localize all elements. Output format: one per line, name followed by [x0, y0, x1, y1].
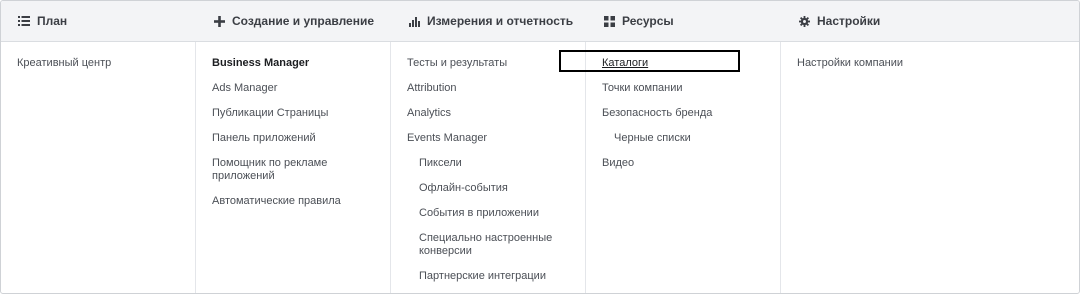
- menu-item-automated-rules[interactable]: Автоматические правила: [196, 195, 390, 208]
- bar-chart-icon: [408, 15, 420, 27]
- column-header-create: Создание и управление: [196, 1, 391, 41]
- menu-item-business-manager[interactable]: Business Manager: [196, 57, 390, 70]
- menu-item-offline-events[interactable]: Офлайн-события: [391, 182, 585, 195]
- gear-icon: [798, 15, 810, 27]
- menu-item-custom-conversions[interactable]: Специально настроенные конверсии: [391, 232, 585, 258]
- menu-header: План Создание и управление Измерения и о…: [1, 1, 1079, 42]
- menu-item-block-lists[interactable]: Черные списки: [586, 132, 780, 145]
- menu-item-partner-integrations[interactable]: Партнерские интеграции: [391, 270, 585, 283]
- menu-item-analytics[interactable]: Analytics: [391, 107, 585, 120]
- column-title: Измерения и отчетность: [427, 14, 574, 28]
- column-title: Ресурсы: [622, 14, 674, 28]
- column-create: Business Manager Ads Manager Публикации …: [196, 42, 391, 293]
- menu-item-page-posts[interactable]: Публикации Страницы: [196, 107, 390, 120]
- column-header-measure: Измерения и отчетность: [391, 1, 586, 41]
- business-tools-menu: План Создание и управление Измерения и о…: [0, 0, 1080, 294]
- menu-body: Креативный центр Business Manager Ads Ma…: [1, 42, 1079, 293]
- menu-item-app-ads-helper[interactable]: Помощник по рекламе приложений: [196, 157, 390, 183]
- plus-icon: [213, 15, 225, 27]
- column-plan: Креативный центр: [1, 42, 196, 293]
- column-title: Создание и управление: [232, 14, 375, 28]
- menu-item-creative-hub[interactable]: Креативный центр: [1, 57, 195, 70]
- focus-highlight-box: [559, 50, 740, 72]
- column-header-plan: План: [1, 1, 196, 41]
- grid-icon: [603, 15, 615, 27]
- menu-item-business-locations[interactable]: Точки компании: [586, 82, 780, 95]
- column-title: План: [37, 14, 68, 28]
- menu-item-app-events[interactable]: События в приложении: [391, 207, 585, 220]
- column-title: Настройки: [817, 14, 881, 28]
- menu-item-videos[interactable]: Видео: [586, 157, 780, 170]
- menu-item-events-manager[interactable]: Events Manager: [391, 132, 585, 145]
- menu-item-app-dashboard[interactable]: Панель приложений: [196, 132, 390, 145]
- column-settings: Настройки компании: [781, 42, 1079, 293]
- column-header-resources: Ресурсы: [586, 1, 781, 41]
- menu-item-attribution[interactable]: Attribution: [391, 82, 585, 95]
- column-resources: Каталоги Точки компании Безопасность бре…: [559, 42, 781, 293]
- menu-item-test-and-learn[interactable]: Тесты и результаты: [391, 57, 585, 70]
- menu-item-pixels[interactable]: Пиксели: [391, 157, 585, 170]
- column-header-settings: Настройки: [781, 1, 1079, 41]
- menu-item-brand-safety[interactable]: Безопасность бренда: [586, 107, 780, 120]
- menu-item-business-settings[interactable]: Настройки компании: [781, 57, 1079, 70]
- menu-item-ads-manager[interactable]: Ads Manager: [196, 82, 390, 95]
- list-icon: [18, 15, 30, 27]
- column-measure: Тесты и результаты Attribution Analytics…: [391, 42, 586, 293]
